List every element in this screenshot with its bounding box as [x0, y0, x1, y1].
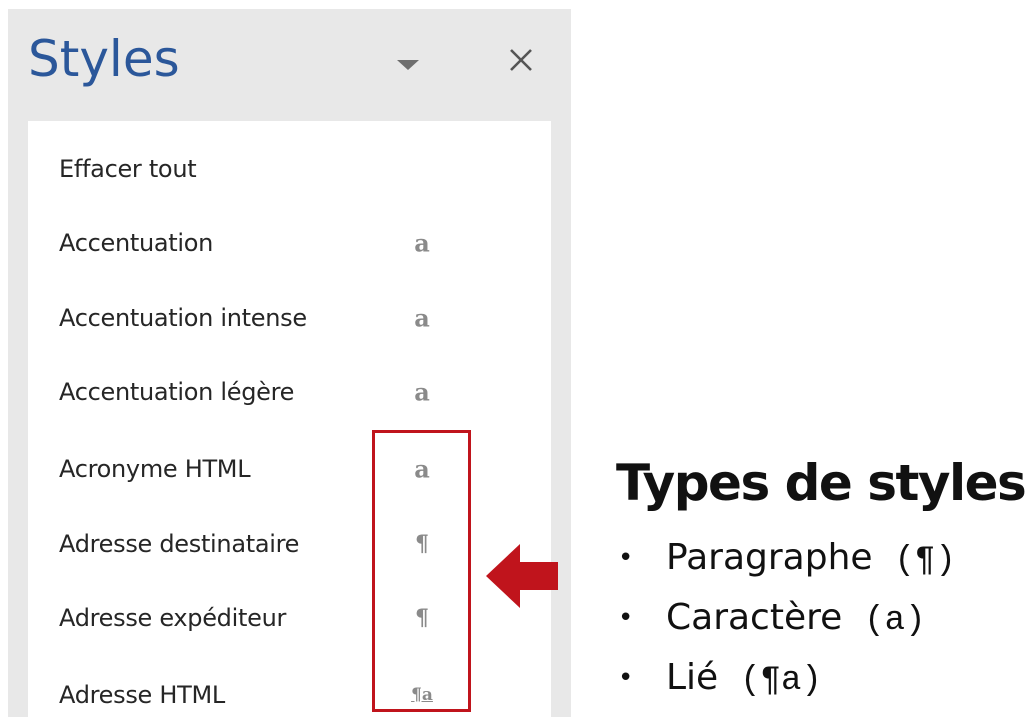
style-item-label: Accentuation intense [59, 304, 307, 332]
style-type-name: Caractère [666, 597, 843, 638]
bullet-icon: • [618, 663, 634, 693]
character-style-icon: a [414, 377, 430, 407]
style-item-label: Adresse HTML [59, 681, 225, 709]
left-arrow-icon [486, 544, 558, 608]
styles-list: Effacer tout Accentuation a Accentuation… [28, 121, 551, 717]
style-type-name: Paragraphe [666, 537, 873, 578]
style-item-acronyme-html[interactable]: Acronyme HTML a [28, 439, 551, 499]
style-item-adresse-expediteur[interactable]: Adresse expéditeur ¶ [28, 588, 551, 648]
style-item-label: Adresse destinataire [59, 530, 300, 558]
bullet-icon: • [618, 543, 634, 573]
style-type-name: Lié [666, 657, 719, 698]
character-style-icon: a [414, 228, 430, 258]
styles-pane: Styles Effacer tout Accentuation a Accen… [8, 9, 571, 717]
style-item-accentuation-intense[interactable]: Accentuation intense a [28, 288, 551, 348]
close-icon [510, 49, 532, 71]
style-item-adresse-html[interactable]: Adresse HTML ¶a [28, 665, 551, 725]
style-item-label: Adresse expéditeur [59, 604, 287, 632]
style-item-accentuation-legere[interactable]: Accentuation légère a [28, 362, 551, 422]
style-type-symbol: (¶a) [740, 662, 822, 700]
style-item-label: Accentuation légère [59, 378, 295, 406]
pane-title: Styles [28, 30, 180, 88]
style-item-label: Effacer tout [59, 155, 197, 183]
style-item-label: Acronyme HTML [59, 455, 251, 483]
bullet-icon: • [618, 603, 634, 633]
style-item-effacer-tout[interactable]: Effacer tout [28, 139, 551, 199]
style-item-accentuation[interactable]: Accentuation a [28, 213, 551, 273]
close-pane-button[interactable] [504, 43, 538, 77]
style-item-adresse-destinataire[interactable]: Adresse destinataire ¶ [28, 514, 551, 574]
pane-options-button[interactable] [394, 56, 422, 74]
style-item-label: Accentuation [59, 229, 214, 257]
style-type-symbol: (¶) [894, 542, 956, 580]
triangle-down-icon [397, 60, 419, 70]
character-style-icon: a [414, 303, 430, 333]
style-type-highlight-box [372, 430, 471, 712]
style-types-heading: Types de styles [616, 454, 1027, 512]
style-type-symbol: (a) [864, 602, 926, 640]
